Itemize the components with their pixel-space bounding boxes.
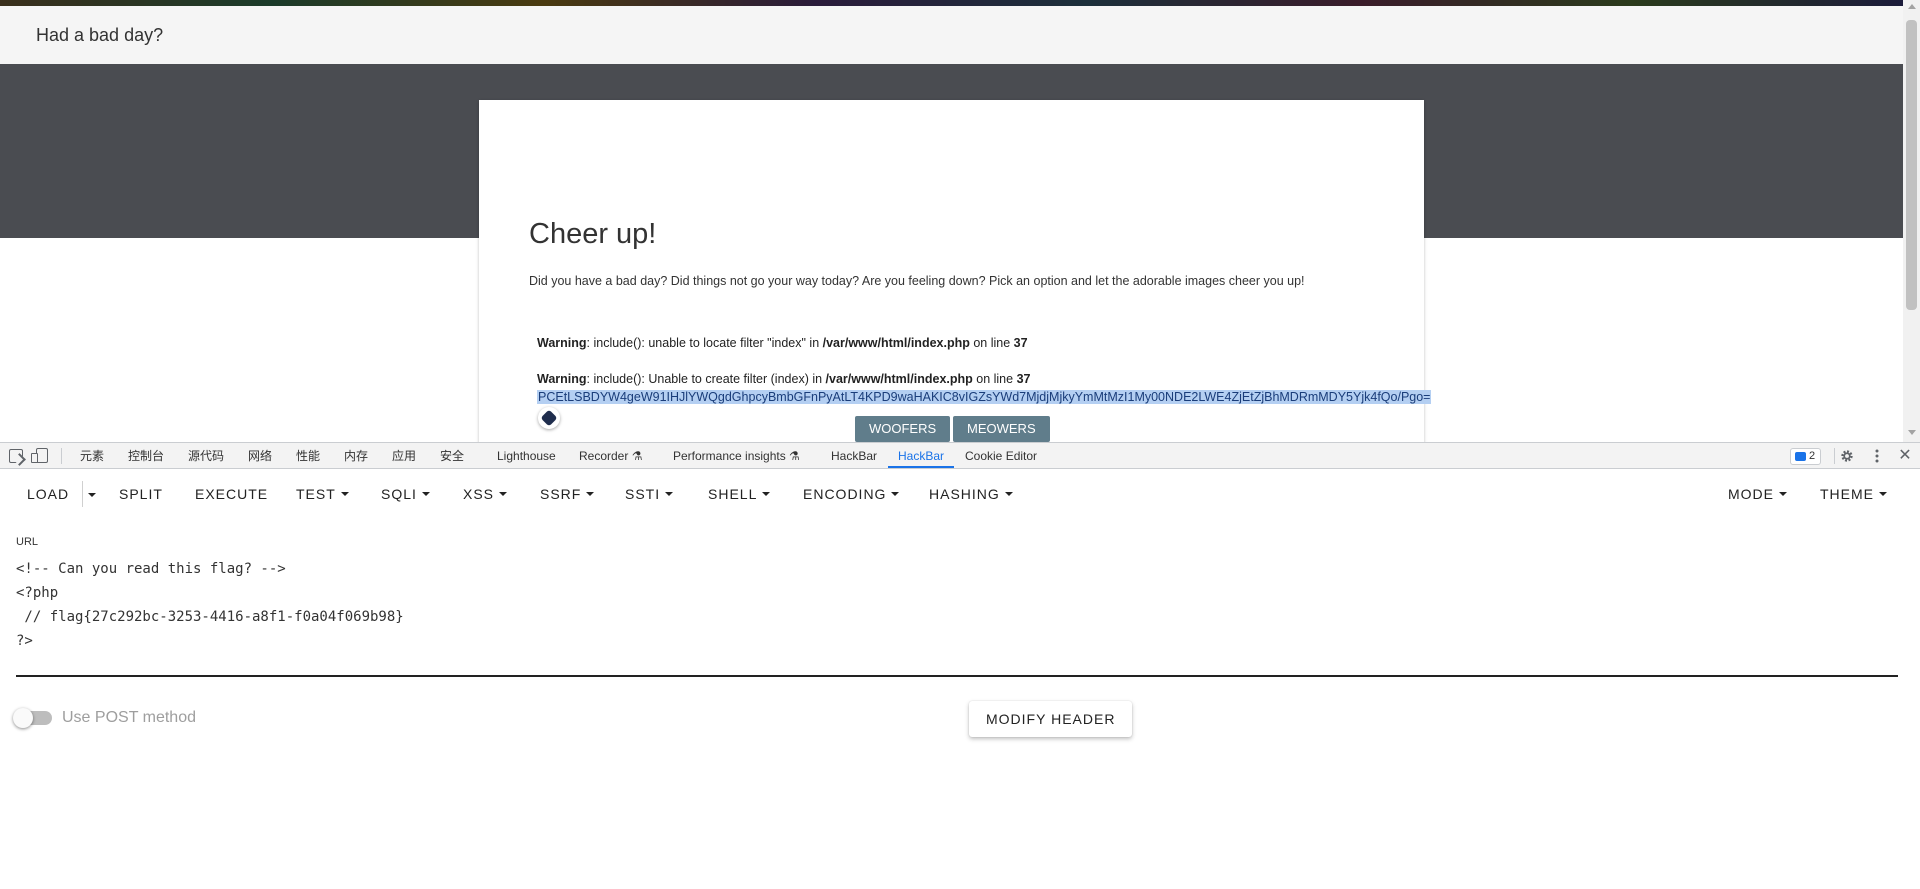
chevron-down-icon <box>1004 492 1013 497</box>
toolbar-divider <box>1834 448 1835 464</box>
tab-sources[interactable]: 源代码 <box>188 443 224 469</box>
tab-hackbar[interactable]: HackBar <box>831 443 877 469</box>
post-method-toggle-thumb[interactable] <box>13 708 33 728</box>
encoding-menu-label: ENCODING <box>803 486 887 502</box>
button-divider <box>82 481 83 507</box>
mode-menu-label: MODE <box>1728 486 1774 502</box>
woofers-button[interactable]: WOOFERS <box>855 416 951 442</box>
close-icon[interactable]: ✕ <box>1897 448 1913 464</box>
message-icon <box>1795 452 1806 461</box>
meowers-button[interactable]: MEOWERS <box>953 416 1050 442</box>
warning-label: Warning <box>537 372 587 386</box>
ssti-menu-button[interactable]: SSTI <box>625 483 674 505</box>
theme-menu-button[interactable]: THEME <box>1820 483 1887 505</box>
url-textarea[interactable]: <!-- Can you read this flag? --> <?php /… <box>16 557 1898 649</box>
ssrf-menu-label: SSRF <box>540 486 582 502</box>
url-field-label: URL <box>16 536 39 548</box>
tab-recorder[interactable]: Recorder ⚗ <box>579 443 642 469</box>
devtools-tab-bar: 元素 控制台 源代码 网络 性能 内存 应用 安全 Lighthouse Rec… <box>0 442 1920 469</box>
warning-line-number: 37 <box>1013 336 1028 350</box>
shell-menu-label: SHELL <box>708 486 758 502</box>
scroll-down-arrow-icon[interactable] <box>1908 430 1916 435</box>
chevron-down-icon <box>665 492 674 497</box>
chevron-down-icon <box>340 492 349 497</box>
test-menu-label: TEST <box>296 486 336 502</box>
selected-base64-output[interactable]: PCEtLSBDYW4geW91IHJlYWQgdGhpcyBmbGFnPyAt… <box>537 390 1432 404</box>
chevron-down-icon <box>891 492 900 497</box>
tab-performance[interactable]: 性能 <box>296 443 320 469</box>
execute-button[interactable]: EXECUTE <box>195 483 268 505</box>
page-viewport: Had a bad day? Cheer up! Did you have a … <box>0 0 1920 442</box>
scroll-up-arrow-icon[interactable] <box>1908 4 1916 9</box>
xss-menu-label: XSS <box>463 486 495 502</box>
page-title: Cheer up! <box>529 218 657 250</box>
url-field-underline <box>16 675 1898 677</box>
xss-menu-button[interactable]: XSS <box>463 483 508 505</box>
inspect-element-icon[interactable] <box>9 449 23 463</box>
hashing-menu-label: HASHING <box>929 486 1000 502</box>
warning-message: : include(): Unable to create filter (in… <box>586 372 826 386</box>
navbar: Had a bad day? <box>0 6 1903 64</box>
tab-elements[interactable]: 元素 <box>80 443 104 469</box>
load-dropdown-caret-icon[interactable] <box>88 493 96 497</box>
toolbar-divider <box>61 448 62 464</box>
warning-line-number: 37 <box>1016 372 1031 386</box>
content-card: Cheer up! Did you have a bad day? Did th… <box>479 100 1432 442</box>
chevron-down-icon <box>1879 492 1887 497</box>
issues-count: 2 <box>1809 450 1816 462</box>
hexagon-icon <box>540 409 558 427</box>
warning-message: : include(): unable to locate filter "in… <box>586 336 823 350</box>
page-scrollbar[interactable] <box>1903 0 1920 442</box>
ssrf-menu-button[interactable]: SSRF <box>540 483 595 505</box>
warning-path: /var/www/html/index.php <box>822 336 970 350</box>
tab-memory[interactable]: 内存 <box>344 443 368 469</box>
post-method-label[interactable]: Use POST method <box>62 709 196 727</box>
php-warning: Warning: include(): unable to locate fil… <box>537 336 1028 350</box>
intro-text: Did you have a bad day? Did things not g… <box>529 274 1305 288</box>
tab-lighthouse[interactable]: Lighthouse <box>497 443 556 469</box>
chevron-down-icon <box>1779 492 1787 497</box>
warning-on-line: on line <box>972 372 1017 386</box>
split-button[interactable]: SPLIT <box>119 483 163 505</box>
chevron-down-icon <box>586 492 595 497</box>
sqli-menu-label: SQLI <box>381 486 417 502</box>
ssti-menu-label: SSTI <box>625 486 661 502</box>
navbar-brand[interactable]: Had a bad day? <box>36 25 163 46</box>
chevron-down-icon <box>421 492 430 497</box>
tab-security[interactable]: 安全 <box>440 443 464 469</box>
more-options-icon[interactable] <box>1870 448 1884 464</box>
tab-application[interactable]: 应用 <box>392 443 416 469</box>
device-toolbar-icon[interactable] <box>31 448 48 463</box>
mode-menu-button[interactable]: MODE <box>1728 483 1787 505</box>
active-tab-indicator <box>888 466 954 468</box>
tab-performance-insights[interactable]: Performance insights ⚗ <box>673 443 800 469</box>
theme-menu-label: THEME <box>1820 486 1874 502</box>
modify-header-button[interactable]: MODIFY HEADER <box>969 701 1133 737</box>
load-button[interactable]: LOAD <box>27 483 69 505</box>
chevron-down-icon <box>762 492 771 497</box>
tab-cookie-editor[interactable]: Cookie Editor <box>965 443 1037 469</box>
php-warning: Warning: include(): Unable to create fil… <box>537 372 1030 386</box>
test-menu-button[interactable]: TEST <box>296 483 349 505</box>
warning-label: Warning <box>537 336 587 350</box>
warning-on-line: on line <box>969 336 1014 350</box>
shell-menu-button[interactable]: SHELL <box>708 483 771 505</box>
tab-network[interactable]: 网络 <box>248 443 272 469</box>
hashing-menu-button[interactable]: HASHING <box>929 483 1013 505</box>
chevron-down-icon <box>499 492 508 497</box>
gear-icon[interactable] <box>1840 449 1854 463</box>
hackbar-panel: LOAD SPLIT EXECUTE TEST SQLI XSS SSRF SS… <box>0 469 1920 889</box>
issues-badge[interactable]: 2 <box>1790 448 1822 465</box>
scrollbar-thumb[interactable] <box>1906 20 1917 310</box>
sqli-menu-button[interactable]: SQLI <box>381 483 430 505</box>
warning-path: /var/www/html/index.php <box>825 372 973 386</box>
tab-console[interactable]: 控制台 <box>128 443 164 469</box>
extension-floating-icon[interactable] <box>538 407 560 429</box>
encoding-menu-button[interactable]: ENCODING <box>803 483 900 505</box>
